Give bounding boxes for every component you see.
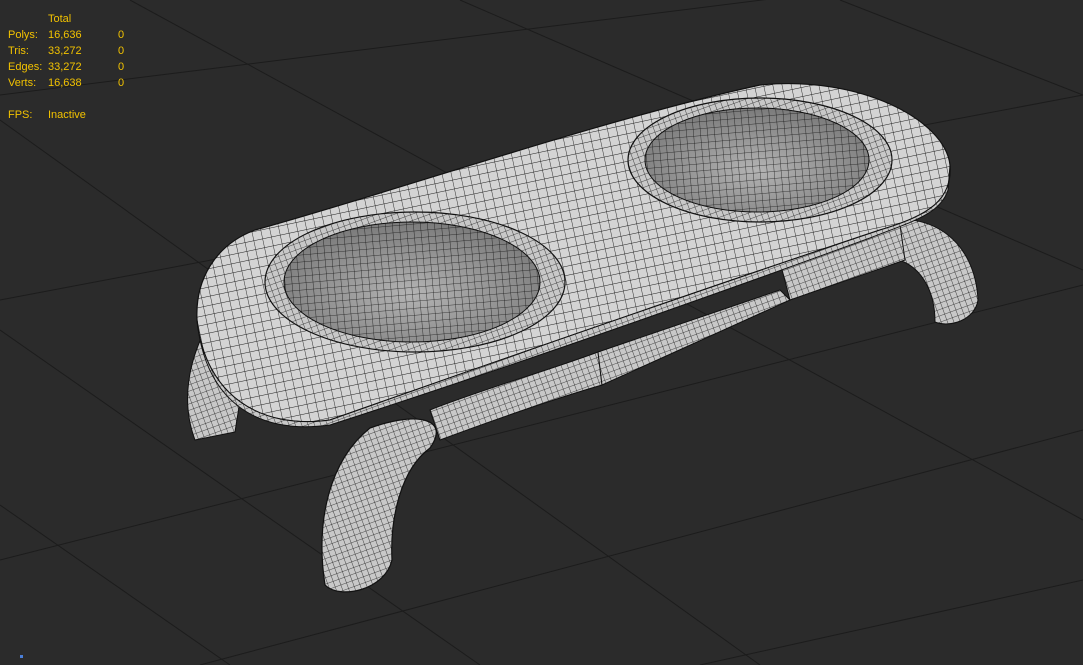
stats-selected: 0 <box>118 77 125 89</box>
stats-total: 33,272 <box>48 45 82 57</box>
stats-selected: 0 <box>118 45 125 57</box>
stats-label: Polys: <box>8 29 38 41</box>
stats-selected: 0 <box>118 61 125 73</box>
bowl-left[interactable] <box>264 211 566 353</box>
stats-total: 33,272 <box>48 61 82 73</box>
stats-label: Tris: <box>8 45 29 57</box>
stats-total: 16,636 <box>48 29 82 41</box>
fps-value: Inactive <box>48 109 86 121</box>
axis-tripod-icon <box>20 655 23 658</box>
front-leg[interactable] <box>321 418 437 593</box>
perspective-viewport[interactable] <box>0 0 1083 665</box>
stats-total: 16,638 <box>48 77 82 89</box>
stats-selected: 0 <box>118 29 125 41</box>
bowl-right[interactable] <box>627 97 893 223</box>
stats-label: Verts: <box>8 77 37 89</box>
stats-label: Edges: <box>8 61 43 73</box>
stats-header-total: Total <box>48 13 72 25</box>
fps-label: FPS: <box>8 109 33 121</box>
